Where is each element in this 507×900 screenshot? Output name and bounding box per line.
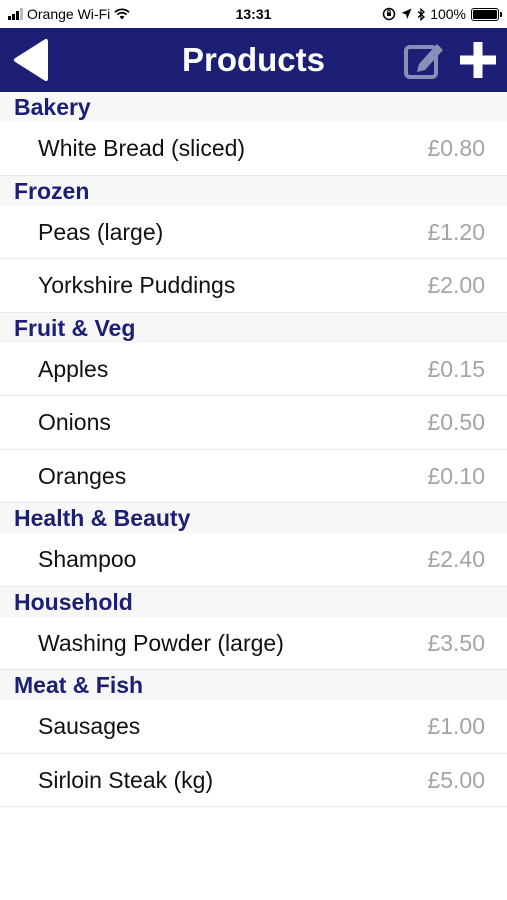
list-item[interactable]: Shampoo £2.40: [0, 533, 507, 587]
item-price: £0.10: [427, 462, 485, 489]
section-header-household: Household: [0, 586, 507, 617]
list-item[interactable]: Peas (large) £1.20: [0, 205, 507, 259]
list-item[interactable]: Sirloin Steak (kg) £5.00: [0, 753, 507, 807]
bluetooth-icon: [417, 7, 426, 21]
item-price: £5.00: [427, 766, 485, 793]
item-price: £0.50: [427, 409, 485, 435]
list-item[interactable]: Washing Powder (large) £3.50: [0, 616, 507, 670]
list-item[interactable]: Yorkshire Puddings £2.00: [0, 259, 507, 313]
section-header-bakery: Bakery: [0, 92, 507, 122]
item-name: Washing Powder (large): [38, 629, 284, 656]
battery-icon: [471, 7, 502, 21]
list-item[interactable]: Onions £0.50: [0, 396, 507, 450]
list-item[interactable]: Apples £0.15: [0, 342, 507, 396]
plus-icon: [460, 42, 496, 78]
section-header-health-beauty: Health & Beauty: [0, 503, 507, 533]
item-name: Oranges: [38, 462, 127, 489]
item-price: £2.00: [427, 272, 485, 298]
item-name: Sirloin Steak (kg): [38, 766, 214, 793]
status-bar: Orange Wi-Fi 13:31 100%: [0, 0, 507, 28]
item-price: £3.50: [427, 629, 485, 656]
section-header-fruit-veg: Fruit & Veg: [0, 312, 507, 343]
list-item[interactable]: White Bread (sliced) £0.80: [0, 122, 507, 176]
item-price: £0.15: [427, 355, 485, 382]
item-name: Sausages: [38, 713, 141, 739]
battery-percent: 100%: [430, 6, 466, 22]
item-name: Yorkshire Puddings: [38, 272, 236, 298]
item-price: £1.00: [427, 713, 485, 739]
edit-button[interactable]: [402, 38, 446, 82]
item-name: White Bread (sliced): [38, 135, 246, 161]
location-icon: [401, 8, 412, 19]
item-name: Apples: [38, 355, 109, 382]
item-name: Peas (large): [38, 218, 164, 245]
section-header-meat-fish: Meat & Fish: [0, 670, 507, 700]
orientation-lock-icon: [382, 7, 396, 21]
status-right: 100%: [382, 6, 502, 22]
item-name: Onions: [38, 409, 111, 435]
section-header-frozen: Frozen: [0, 175, 507, 206]
product-list: Bakery White Bread (sliced) £0.80 Frozen…: [0, 92, 507, 807]
add-button[interactable]: [456, 38, 500, 82]
nav-bar: Products: [0, 28, 507, 92]
list-item[interactable]: Sausages £1.00: [0, 700, 507, 754]
item-price: £1.20: [427, 218, 485, 245]
item-name: Shampoo: [38, 546, 137, 572]
list-item[interactable]: Oranges £0.10: [0, 449, 507, 503]
edit-icon: [404, 44, 443, 79]
item-price: £2.40: [427, 546, 485, 572]
item-price: £0.80: [427, 135, 485, 161]
